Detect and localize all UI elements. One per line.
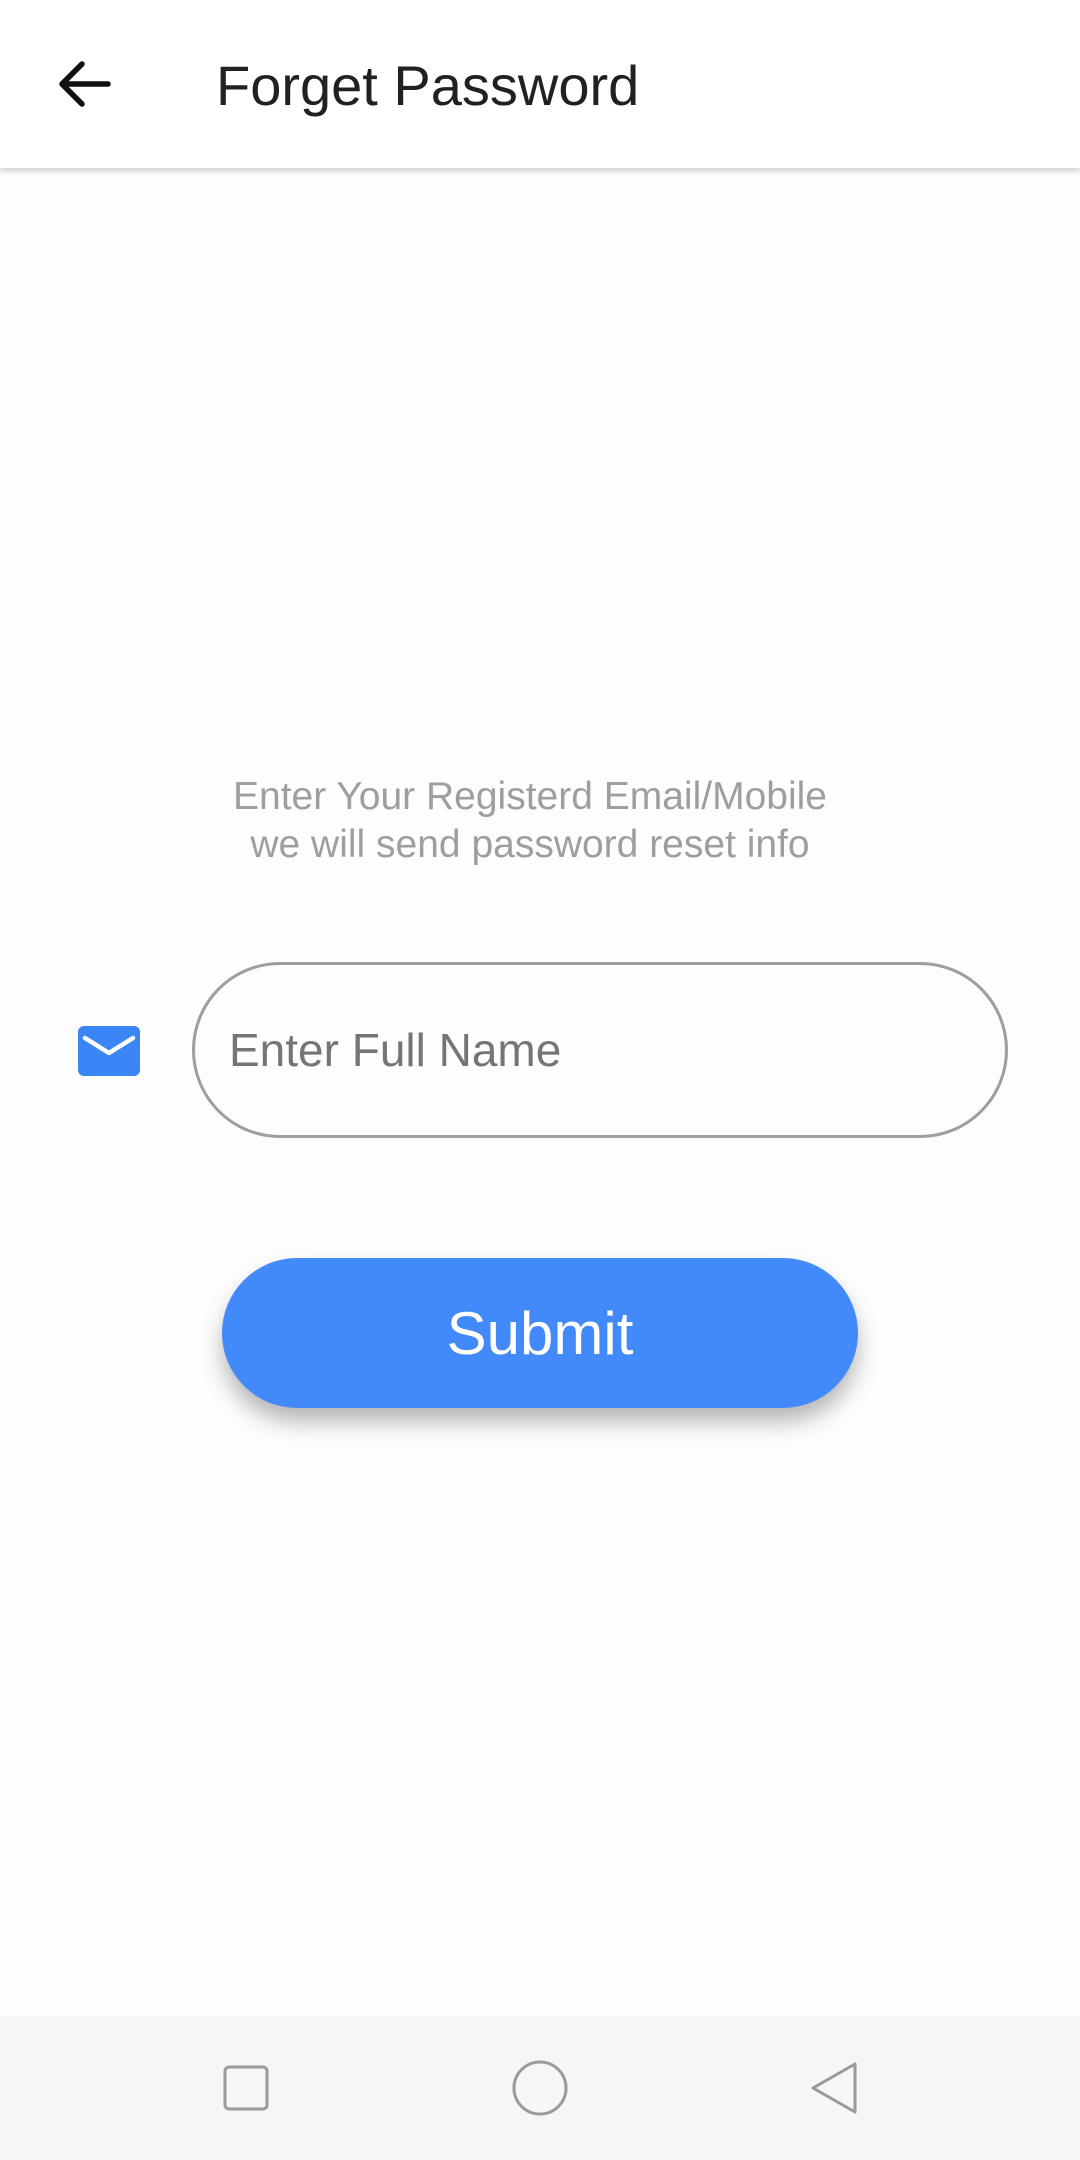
arrow-left-icon <box>59 61 111 107</box>
app-bar: Forget Password <box>0 0 1080 168</box>
page-title: Forget Password <box>216 54 640 117</box>
mail-icon <box>78 1026 140 1076</box>
triangle-back-icon <box>811 2062 857 2114</box>
submit-button[interactable]: Submit <box>222 1258 858 1408</box>
home-button[interactable] <box>500 2048 580 2128</box>
square-icon <box>223 2065 269 2111</box>
forget-password-screen: Forget Password Enter Your Registerd Ema… <box>0 0 1080 2160</box>
recents-button[interactable] <box>206 2048 286 2128</box>
system-back-button[interactable] <box>794 2048 874 2128</box>
full-name-input[interactable] <box>192 962 1008 1138</box>
back-button[interactable] <box>44 44 124 124</box>
circle-icon <box>512 2060 568 2116</box>
system-nav-bar <box>0 2016 1080 2160</box>
instruction-line-2: we will send password reset info <box>250 823 810 866</box>
instruction-line-1: Enter Your Registerd Email/Mobile <box>233 775 827 818</box>
instruction-text: Enter Your Registerd Email/Mobile we wil… <box>0 773 1060 869</box>
